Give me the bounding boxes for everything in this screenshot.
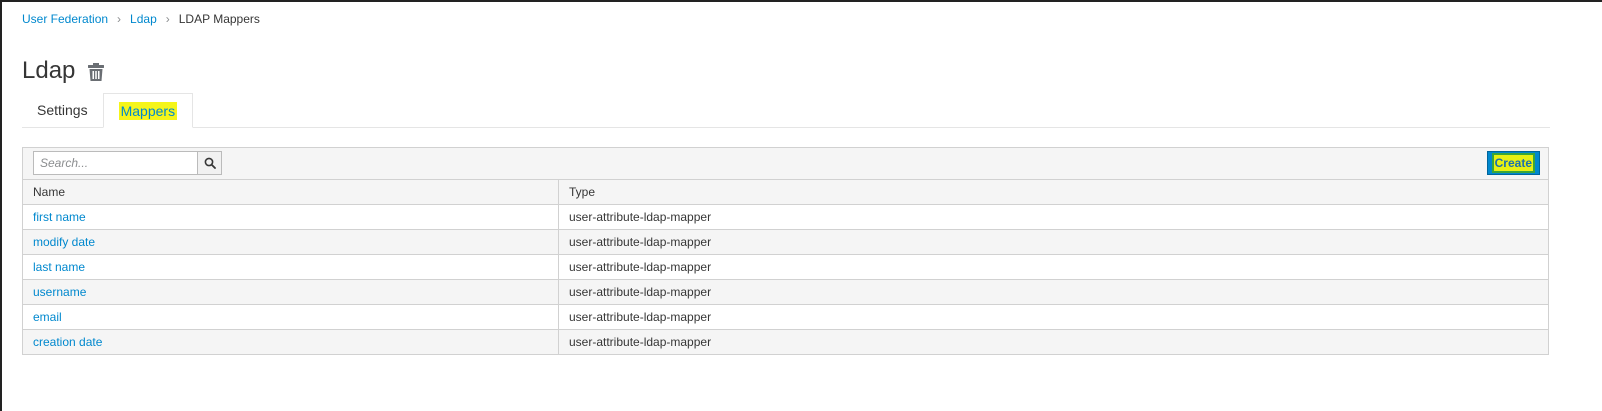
table-header-row: Name Type [23,180,1548,205]
table-row: username user-attribute-ldap-mapper [23,279,1548,305]
type-cell: user-attribute-ldap-mapper [558,254,1548,280]
name-cell: creation date [23,329,559,354]
breadcrumb-user-federation[interactable]: User Federation [22,12,108,26]
mappers-table-panel: Create Name Type first name user-attribu… [22,147,1549,355]
table-row: creation date user-attribute-ldap-mapper [23,329,1548,354]
tab-settings-label: Settings [37,102,88,118]
column-header-name: Name [23,180,559,205]
search-icon [204,157,216,169]
search-group [33,151,222,175]
tab-bar: Settings Mappers [22,93,1550,128]
name-cell: modify date [23,229,559,255]
tab-mappers[interactable]: Mappers [102,93,194,128]
search-button[interactable] [198,151,222,175]
name-cell: username [23,279,559,305]
type-cell: user-attribute-ldap-mapper [558,204,1548,230]
type-cell: user-attribute-ldap-mapper [558,229,1548,255]
mapper-link[interactable]: email [33,310,62,324]
table-row: last name user-attribute-ldap-mapper [23,254,1548,280]
mapper-link[interactable]: modify date [33,235,95,249]
column-header-type: Type [558,180,1548,205]
breadcrumb-current: LDAP Mappers [178,12,260,26]
tab-settings[interactable]: Settings [22,93,103,127]
tab-mappers-label: Mappers [118,101,178,120]
mapper-link[interactable]: last name [33,260,85,274]
mapper-link[interactable]: creation date [33,335,102,349]
breadcrumb-separator-icon: › [165,12,170,26]
type-cell: user-attribute-ldap-mapper [558,329,1548,354]
breadcrumb-separator-icon: › [117,12,122,26]
trash-icon[interactable] [88,63,105,81]
type-cell: user-attribute-ldap-mapper [558,304,1548,330]
create-button-label: Create [1493,155,1533,171]
table-toolbar: Create [23,148,1548,180]
name-cell: first name [23,204,559,230]
create-button[interactable]: Create [1486,151,1540,175]
mapper-link[interactable]: username [33,285,86,299]
table-row: email user-attribute-ldap-mapper [23,304,1548,330]
mappers-table: Name Type first name user-attribute-ldap… [23,180,1548,354]
breadcrumb: User Federation › Ldap › LDAP Mappers [22,12,260,26]
table-row: modify date user-attribute-ldap-mapper [23,229,1548,255]
breadcrumb-ldap[interactable]: Ldap [130,12,157,26]
search-input[interactable] [33,151,198,175]
title-row: Ldap [22,57,105,85]
name-cell: email [23,304,559,330]
table-row: first name user-attribute-ldap-mapper [23,204,1548,230]
type-cell: user-attribute-ldap-mapper [558,279,1548,305]
mapper-link[interactable]: first name [33,210,86,224]
name-cell: last name [23,254,559,280]
page-title: Ldap [22,57,76,84]
